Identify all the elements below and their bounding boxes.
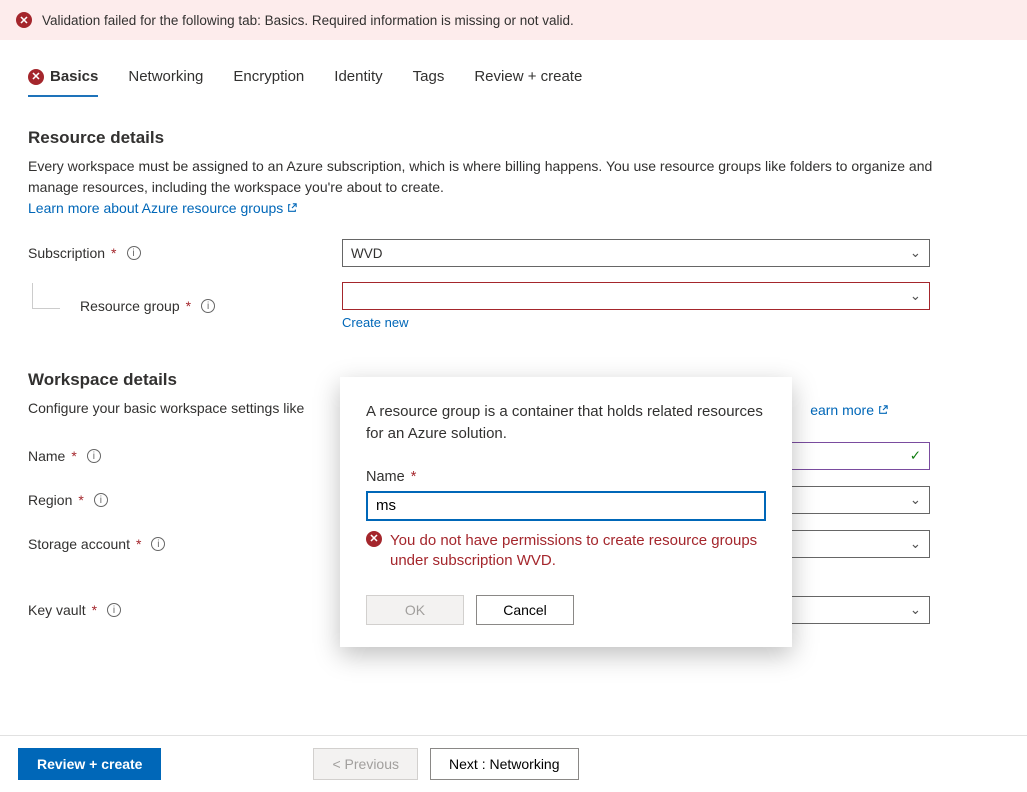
resource-group-row: Resource group * i ⌄ Create new: [28, 282, 999, 330]
error-icon: ✕: [366, 531, 382, 547]
learn-resource-groups-link[interactable]: Learn more about Azure resource groups: [28, 200, 297, 216]
chevron-down-icon: ⌄: [910, 245, 921, 261]
workspace-name-label: Name: [28, 448, 65, 464]
tab-encryption[interactable]: Encryption: [233, 68, 304, 97]
info-icon[interactable]: i: [127, 246, 141, 260]
tab-basics[interactable]: ✕ Basics: [28, 68, 98, 97]
ok-button[interactable]: OK: [366, 595, 464, 625]
external-link-icon: [878, 405, 888, 415]
error-icon: ✕: [16, 12, 32, 28]
create-resource-group-dialog: A resource group is a container that hol…: [340, 377, 792, 647]
tree-elbow-icon: [32, 283, 60, 309]
tab-tags[interactable]: Tags: [413, 68, 445, 97]
tab-label: Tags: [413, 68, 445, 85]
validation-message: Validation failed for the following tab:…: [42, 13, 574, 28]
tab-label: Review + create: [474, 68, 582, 85]
info-icon[interactable]: i: [107, 603, 121, 617]
wizard-footer: Review + create < Previous Next : Networ…: [0, 735, 1027, 792]
resource-details-desc: Every workspace must be assigned to an A…: [28, 156, 948, 198]
chevron-down-icon: ⌄: [910, 602, 921, 618]
subscription-label: Subscription: [28, 245, 105, 261]
required-star: *: [111, 245, 116, 261]
check-icon: ✓: [910, 448, 921, 464]
workspace-details-desc: Configure your basic workspace settings …: [28, 398, 304, 419]
tab-label: Networking: [128, 68, 203, 85]
subscription-value: WVD: [351, 246, 383, 261]
cancel-button[interactable]: Cancel: [476, 595, 574, 625]
region-label: Region: [28, 492, 72, 508]
chevron-down-icon: ⌄: [910, 288, 921, 304]
required-star: *: [92, 602, 97, 618]
subscription-row: Subscription * i WVD ⌄: [28, 238, 999, 268]
required-star: *: [71, 448, 76, 464]
wizard-tabs: ✕ Basics Networking Encryption Identity …: [0, 40, 1027, 98]
previous-button[interactable]: < Previous: [313, 748, 418, 780]
validation-banner: ✕ Validation failed for the following ta…: [0, 0, 1027, 40]
required-star: *: [407, 469, 417, 485]
chevron-down-icon: ⌄: [910, 492, 921, 508]
required-star: *: [186, 298, 191, 314]
dialog-name-label: Name: [366, 469, 405, 485]
tab-networking[interactable]: Networking: [128, 68, 203, 97]
tab-label: Identity: [334, 68, 382, 85]
tab-label: Basics: [50, 68, 98, 85]
create-new-link[interactable]: Create new: [342, 315, 408, 330]
resource-details-title: Resource details: [28, 128, 999, 148]
tab-review-create[interactable]: Review + create: [474, 68, 582, 97]
error-icon: ✕: [28, 69, 44, 85]
chevron-down-icon: ⌄: [910, 536, 921, 552]
storage-label: Storage account: [28, 536, 130, 552]
learn-more-link[interactable]: earn more: [810, 402, 888, 418]
next-button[interactable]: Next : Networking: [430, 748, 578, 780]
external-link-icon: [287, 203, 297, 213]
required-star: *: [136, 536, 141, 552]
info-icon[interactable]: i: [87, 449, 101, 463]
info-icon[interactable]: i: [151, 537, 165, 551]
review-create-button[interactable]: Review + create: [18, 748, 161, 780]
tab-label: Encryption: [233, 68, 304, 85]
dialog-description: A resource group is a container that hol…: [366, 401, 766, 445]
info-icon[interactable]: i: [201, 299, 215, 313]
link-text: earn more: [810, 402, 874, 418]
resource-group-name-input[interactable]: [366, 491, 766, 521]
subscription-dropdown[interactable]: WVD ⌄: [342, 239, 930, 267]
tab-identity[interactable]: Identity: [334, 68, 382, 97]
dialog-error-text: You do not have permissions to create re…: [390, 531, 766, 572]
required-star: *: [78, 492, 83, 508]
link-text: Learn more about Azure resource groups: [28, 200, 283, 216]
keyvault-label: Key vault: [28, 602, 86, 618]
resource-group-dropdown[interactable]: ⌄: [342, 282, 930, 310]
info-icon[interactable]: i: [94, 493, 108, 507]
resource-group-label: Resource group: [80, 298, 180, 314]
